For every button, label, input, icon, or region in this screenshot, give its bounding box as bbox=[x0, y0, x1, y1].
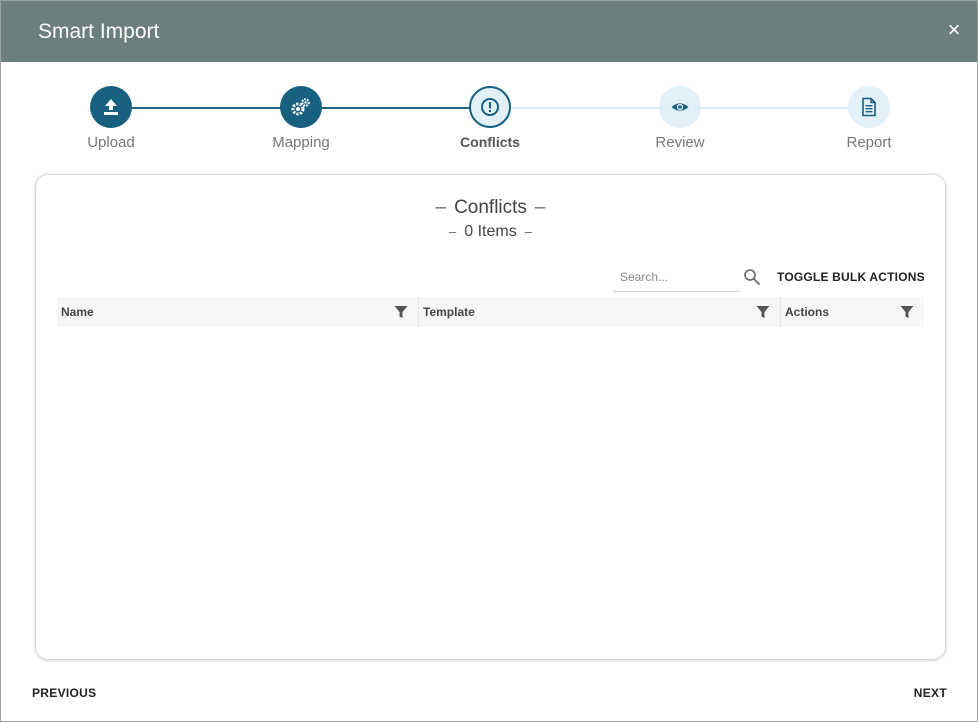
previous-button[interactable]: PREVIOUS bbox=[32, 686, 96, 700]
count-dash-right: – bbox=[524, 224, 532, 239]
table-header: Name Template Actions bbox=[57, 297, 924, 327]
step-report[interactable]: Report bbox=[809, 86, 929, 151]
column-name-label: Name bbox=[61, 305, 94, 319]
conflicts-card: –Conflicts– –0 Items– TOGGLE BULK ACTION… bbox=[36, 175, 945, 659]
exclamation-circle-icon bbox=[481, 98, 499, 116]
search-input[interactable] bbox=[613, 265, 740, 289]
item-count: –0 Items – bbox=[36, 223, 945, 241]
step-report-circle bbox=[848, 86, 890, 128]
search-icon[interactable] bbox=[743, 268, 761, 286]
filter-icon[interactable] bbox=[756, 305, 770, 319]
step-report-label: Report bbox=[846, 134, 892, 151]
step-review-circle bbox=[659, 86, 701, 128]
smart-import-dialog: Smart Import × Upload Mapping Conflicts … bbox=[0, 0, 978, 722]
filter-icon[interactable] bbox=[900, 305, 914, 319]
search-field bbox=[613, 265, 740, 292]
gears-icon bbox=[291, 98, 310, 116]
column-header-name[interactable]: Name bbox=[57, 297, 419, 327]
item-count-text: 0 Items bbox=[464, 223, 517, 240]
column-template-label: Template bbox=[423, 305, 475, 319]
step-upload[interactable]: Upload bbox=[51, 86, 171, 151]
step-mapping-label: Mapping bbox=[272, 134, 330, 151]
step-upload-label: Upload bbox=[87, 134, 135, 151]
step-conflicts[interactable]: Conflicts bbox=[430, 86, 550, 150]
dialog-header: Smart Import × bbox=[1, 1, 977, 62]
title-dash-left: – bbox=[435, 197, 447, 218]
document-icon bbox=[862, 97, 876, 117]
step-mapping[interactable]: Mapping bbox=[241, 86, 361, 151]
column-actions-label: Actions bbox=[785, 305, 830, 319]
step-conflicts-label: Conflicts bbox=[460, 134, 520, 150]
close-icon[interactable]: × bbox=[943, 19, 965, 41]
title-dash-right: – bbox=[534, 197, 546, 218]
column-header-actions[interactable]: Actions bbox=[781, 297, 924, 327]
upload-icon bbox=[104, 99, 118, 115]
step-review-label: Review bbox=[655, 134, 705, 151]
card-title-text: Conflicts bbox=[454, 197, 527, 218]
step-upload-circle bbox=[90, 86, 132, 128]
card-title: – Conflicts – bbox=[36, 197, 945, 219]
next-button[interactable]: NEXT bbox=[914, 686, 947, 700]
import-stepper: Upload Mapping Conflicts Review Report bbox=[1, 62, 977, 172]
column-header-template[interactable]: Template bbox=[419, 297, 781, 327]
step-conflicts-circle bbox=[469, 86, 511, 128]
step-review[interactable]: Review bbox=[620, 86, 740, 151]
eye-icon bbox=[671, 103, 689, 111]
filter-icon[interactable] bbox=[394, 305, 408, 319]
dialog-title: Smart Import bbox=[38, 20, 160, 43]
count-dash-left: – bbox=[449, 224, 457, 239]
step-mapping-circle bbox=[280, 86, 322, 128]
toggle-bulk-actions-button[interactable]: TOGGLE BULK ACTIONS bbox=[777, 270, 925, 284]
